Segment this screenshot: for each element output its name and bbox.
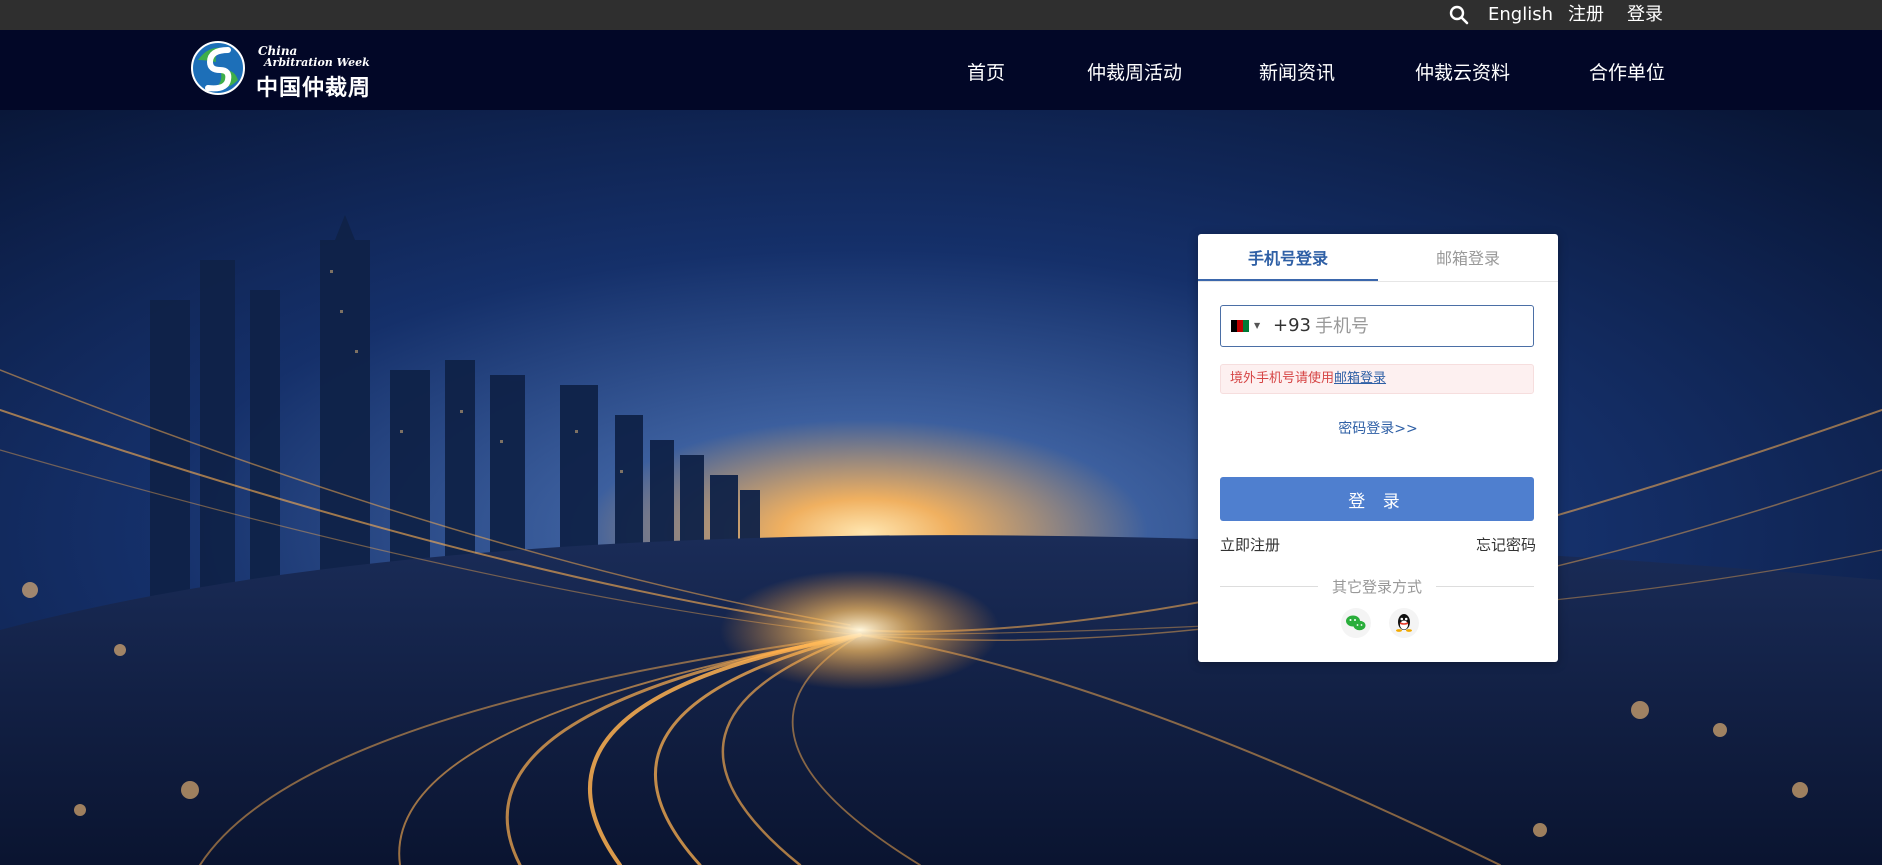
logo-text-cn: 中国仲裁周 xyxy=(256,75,372,101)
chevron-down-icon[interactable]: ▼ xyxy=(1254,321,1260,330)
login-tabs: 手机号登录 邮箱登录 xyxy=(1198,234,1558,282)
overseas-phone-notice: 境外手机号请使用邮箱登录 xyxy=(1220,364,1534,394)
nav-item-partners[interactable]: 合作单位 xyxy=(1589,58,1665,85)
other-methods-divider: 其它登录方式 xyxy=(1220,576,1534,596)
wechat-login-button[interactable] xyxy=(1341,608,1371,638)
tab-phone-login[interactable]: 手机号登录 xyxy=(1198,234,1378,281)
logo-globe-icon xyxy=(191,41,245,95)
logo-text-arbitration-week: Arbitration Week xyxy=(264,56,370,69)
tab-email-login[interactable]: 邮箱登录 xyxy=(1378,234,1558,281)
dial-code: +93 xyxy=(1273,315,1311,336)
notice-text: 境外手机号请使用 xyxy=(1230,371,1335,386)
nav-item-home[interactable]: 首页 xyxy=(967,58,1005,85)
nav-item-activities[interactable]: 仲裁周活动 xyxy=(1087,58,1182,85)
nav-item-news[interactable]: 新闻资讯 xyxy=(1259,58,1335,85)
password-login-link[interactable]: 密码登录>> xyxy=(1198,418,1558,438)
top-register-link[interactable]: 注册 xyxy=(1568,2,1604,28)
afghanistan-flag-icon[interactable] xyxy=(1231,320,1249,332)
site-logo[interactable]: China Arbitration Week 中国仲裁周 xyxy=(190,40,372,101)
hero-city-light-image xyxy=(0,110,1882,865)
qq-login-button[interactable] xyxy=(1389,608,1419,638)
main-nav: China Arbitration Week 中国仲裁周 首页 仲裁周活动 新闻… xyxy=(0,30,1882,110)
phone-field: ▼ +93 xyxy=(1220,305,1534,347)
language-english-link[interactable]: English xyxy=(1488,2,1553,28)
register-link[interactable]: 立即注册 xyxy=(1220,534,1280,555)
nav-item-cloud-materials[interactable]: 仲裁云资料 xyxy=(1415,58,1510,85)
login-card: 手机号登录 邮箱登录 ▼ +93 境外手机号请使用邮箱登录 密码登录>> 登 录… xyxy=(1198,234,1558,662)
forgot-password-link[interactable]: 忘记密码 xyxy=(1476,534,1536,555)
phone-input[interactable] xyxy=(1315,312,1515,340)
login-button[interactable]: 登 录 xyxy=(1220,477,1534,521)
qq-icon xyxy=(1396,614,1412,632)
hero-background xyxy=(0,110,1882,865)
search-icon[interactable] xyxy=(1448,4,1470,26)
notice-email-login-link[interactable]: 邮箱登录 xyxy=(1334,371,1386,386)
top-login-link[interactable]: 登录 xyxy=(1627,2,1663,28)
wechat-icon xyxy=(1346,615,1366,631)
top-bar: English 注册 登录 xyxy=(0,0,1882,30)
